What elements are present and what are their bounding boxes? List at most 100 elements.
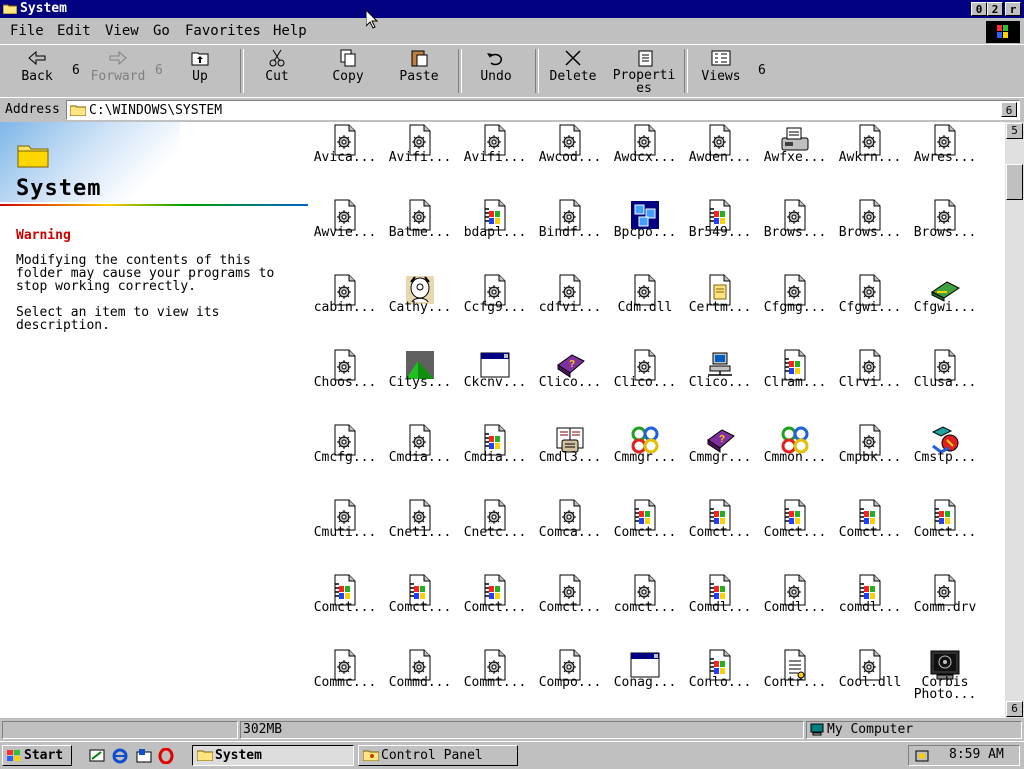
- cut-button[interactable]: Cut: [255, 49, 299, 93]
- start-button[interactable]: Start: [2, 745, 72, 766]
- file-item[interactable]: Cmdl3...: [535, 424, 605, 494]
- tray-app-icon[interactable]: [914, 748, 930, 764]
- file-item[interactable]: Cmdia...: [385, 424, 455, 494]
- file-item[interactable]: Awfxe...: [760, 124, 830, 194]
- file-item[interactable]: Comct...: [760, 499, 830, 569]
- file-item[interactable]: Comct...: [835, 499, 905, 569]
- file-item[interactable]: Cfgmg...: [760, 274, 830, 344]
- scroll-up-button[interactable]: 5: [1006, 123, 1023, 139]
- file-item[interactable]: Cdm.dll: [610, 274, 680, 344]
- file-item[interactable]: Awcod...: [535, 124, 605, 194]
- copy-button[interactable]: Copy: [326, 49, 370, 93]
- file-item[interactable]: Ccfg9...: [460, 274, 530, 344]
- address-dropdown-button[interactable]: 6: [1001, 102, 1017, 117]
- file-item[interactable]: comct...: [610, 574, 680, 644]
- menu-file[interactable]: File: [10, 23, 44, 39]
- properties-button[interactable]: Properties: [610, 49, 680, 95]
- file-item[interactable]: Clram...: [760, 349, 830, 419]
- file-item[interactable]: Clusa...: [910, 349, 980, 419]
- file-item[interactable]: Avifi...: [385, 124, 455, 194]
- file-item[interactable]: Comdl...: [685, 574, 755, 644]
- file-item[interactable]: Comca...: [535, 499, 605, 569]
- file-item[interactable]: Awvie...: [310, 199, 380, 269]
- file-item[interactable]: Cfgwi...: [910, 274, 980, 344]
- internet-explorer-icon[interactable]: [112, 748, 128, 764]
- menu-view[interactable]: View: [105, 23, 139, 39]
- file-item[interactable]: Batme...: [385, 199, 455, 269]
- undo-button[interactable]: Undo: [474, 49, 518, 93]
- file-item[interactable]: Comm.drv: [910, 574, 980, 644]
- file-item[interactable]: Cmcfg...: [310, 424, 380, 494]
- views-button[interactable]: Views: [698, 49, 744, 93]
- file-item[interactable]: Cnet1...: [385, 499, 455, 569]
- back-button[interactable]: Back: [14, 49, 60, 93]
- file-item[interactable]: Commc...: [310, 649, 380, 718]
- taskbar-system-button[interactable]: System: [192, 745, 354, 766]
- file-item[interactable]: Cmdia...: [460, 424, 530, 494]
- file-item[interactable]: Cnetc...: [460, 499, 530, 569]
- file-item[interactable]: Commd...: [385, 649, 455, 718]
- file-item[interactable]: Brows...: [760, 199, 830, 269]
- file-item[interactable]: Brows...: [910, 199, 980, 269]
- title-bar[interactable]: System 0 2 r: [0, 0, 1024, 18]
- file-item[interactable]: Awdcx...: [610, 124, 680, 194]
- scroll-down-button[interactable]: 6: [1006, 701, 1023, 717]
- file-item[interactable]: Conag...: [610, 649, 680, 718]
- menu-go[interactable]: Go: [153, 23, 170, 39]
- file-item[interactable]: Avica...: [310, 124, 380, 194]
- file-item[interactable]: Comct...: [385, 574, 455, 644]
- file-item[interactable]: Clrvi...: [835, 349, 905, 419]
- file-item[interactable]: Corbis Photo...: [910, 649, 980, 718]
- file-item[interactable]: cabin...: [310, 274, 380, 344]
- file-item[interactable]: Choos...: [310, 349, 380, 419]
- menu-help[interactable]: Help: [273, 23, 307, 39]
- minimize-button[interactable]: 0: [971, 2, 987, 16]
- file-item[interactable]: Cool.dll: [835, 649, 905, 718]
- file-item[interactable]: ? Clico...: [535, 349, 605, 419]
- clock[interactable]: 8:59 AM: [949, 747, 1004, 762]
- file-item[interactable]: Cmmgr...: [610, 424, 680, 494]
- menu-favorites[interactable]: Favorites: [185, 23, 261, 39]
- file-item[interactable]: comdl...: [835, 574, 905, 644]
- file-item[interactable]: Commt...: [460, 649, 530, 718]
- delete-button[interactable]: Delete: [546, 49, 600, 93]
- vertical-scrollbar[interactable]: 5 6: [1005, 122, 1024, 718]
- file-item[interactable]: Awkrn...: [835, 124, 905, 194]
- file-item[interactable]: Compo...: [535, 649, 605, 718]
- address-input[interactable]: C:\WINDOWS\SYSTEM 6: [66, 100, 1020, 120]
- taskbar-control-panel-button[interactable]: Control Panel: [358, 745, 518, 766]
- file-item[interactable]: Comct...: [460, 574, 530, 644]
- file-item[interactable]: Bindf...: [535, 199, 605, 269]
- file-item[interactable]: Awres...: [910, 124, 980, 194]
- file-item[interactable]: Certm...: [685, 274, 755, 344]
- opera-icon[interactable]: [158, 748, 174, 764]
- file-item[interactable]: Citys...: [385, 349, 455, 419]
- file-item[interactable]: Cfgwi...: [835, 274, 905, 344]
- file-item[interactable]: cdfvi...: [535, 274, 605, 344]
- file-item[interactable]: Avifi...: [460, 124, 530, 194]
- file-item[interactable]: Cmpbk...: [835, 424, 905, 494]
- forward-button[interactable]: Forward: [88, 49, 148, 93]
- file-item[interactable]: Cmstp...: [910, 424, 980, 494]
- paste-button[interactable]: Paste: [396, 49, 442, 93]
- file-item[interactable]: Cmuti...: [310, 499, 380, 569]
- file-item[interactable]: Cathy...: [385, 274, 455, 344]
- file-item[interactable]: Cmmon...: [760, 424, 830, 494]
- file-item[interactable]: Awden...: [685, 124, 755, 194]
- file-item[interactable]: Comct...: [610, 499, 680, 569]
- file-item[interactable]: ? Cmmgr...: [685, 424, 755, 494]
- file-item[interactable]: Brows...: [835, 199, 905, 269]
- maximize-button[interactable]: 2: [987, 2, 1003, 16]
- file-item[interactable]: Comct...: [310, 574, 380, 644]
- outlook-express-icon[interactable]: [136, 748, 152, 764]
- file-item[interactable]: Comct...: [685, 499, 755, 569]
- file-item[interactable]: Clico...: [685, 349, 755, 419]
- menu-edit[interactable]: Edit: [57, 23, 91, 39]
- up-button[interactable]: Up: [180, 49, 220, 93]
- file-item[interactable]: bdapl...: [460, 199, 530, 269]
- file-item[interactable]: Bpcpo...: [610, 199, 680, 269]
- file-item[interactable]: Ckcnv...: [460, 349, 530, 419]
- file-item[interactable]: Br549...: [685, 199, 755, 269]
- file-item[interactable]: Comct...: [910, 499, 980, 569]
- file-item[interactable]: Comdl...: [760, 574, 830, 644]
